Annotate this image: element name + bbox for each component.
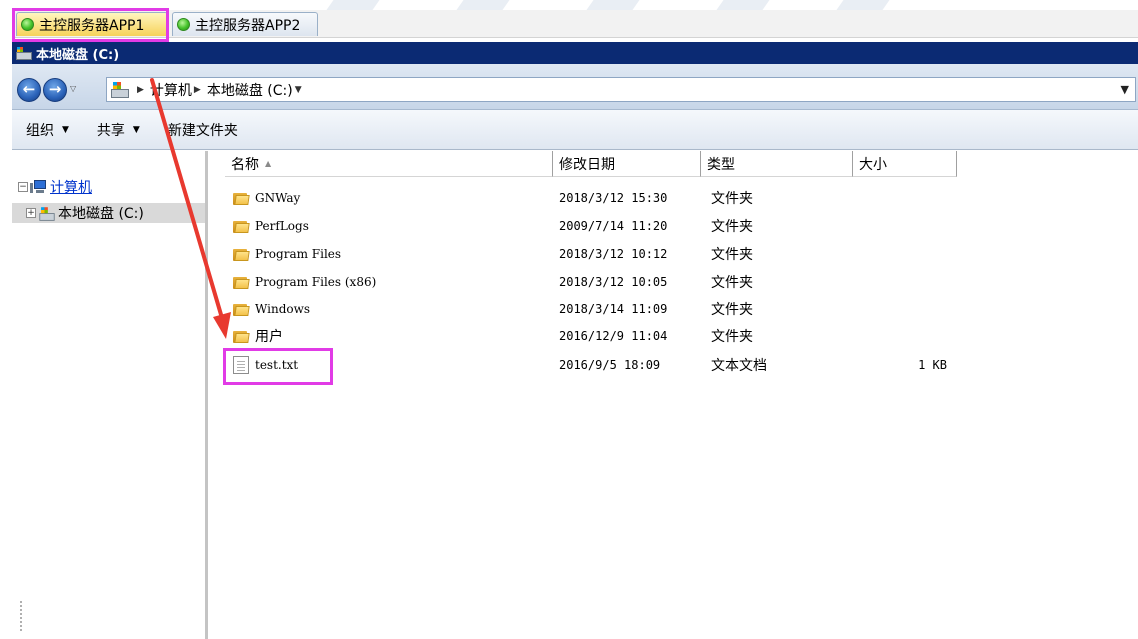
status-dot-icon — [177, 18, 190, 31]
share-button[interactable]: 共享 ▼ — [97, 120, 140, 140]
file-row[interactable]: Program Files 2018/3/12 10:12 文件夹 — [211, 242, 1138, 266]
highlight-box-tab — [12, 8, 169, 42]
folder-icon — [233, 302, 250, 316]
column-label: 类型 — [707, 156, 735, 173]
file-row[interactable]: test.txt 2016/9/5 18:09 文本文档 1 KB — [211, 353, 1138, 377]
file-name: PerfLogs — [255, 219, 309, 233]
drive-icon — [111, 81, 129, 98]
file-type: 文件夹 — [711, 219, 753, 235]
file-list: 名称 ▲ 修改日期 类型 大小 GNWay 2018/3/12 15:30 文件… — [211, 151, 1138, 639]
organize-label: 组织 — [26, 122, 54, 139]
column-header-date[interactable]: 修改日期 — [553, 151, 701, 177]
file-type: 文件夹 — [711, 329, 753, 345]
file-date: 2018/3/14 11:09 — [559, 302, 668, 316]
organize-button[interactable]: 组织 ▼ — [26, 120, 69, 140]
back-button[interactable]: ← — [17, 78, 41, 102]
tree-item-label: 计算机 — [50, 180, 92, 196]
column-label: 名称 — [231, 156, 259, 173]
file-row[interactable]: 用户 2016/12/9 11:04 文件夹 — [211, 324, 1138, 348]
forward-button[interactable]: → — [43, 78, 67, 102]
window-title-bar: 本地磁盘 (C:) — [12, 42, 1138, 64]
file-row[interactable]: Windows 2018/3/14 11:09 文件夹 — [211, 297, 1138, 321]
breadcrumb-chevron-icon[interactable]: ▶ — [194, 85, 201, 95]
chevron-down-icon: ▼ — [132, 124, 140, 135]
navigation-pane: − 计算机 + 本地磁盘 (C:) — [12, 151, 208, 639]
tree-item-label: 本地磁盘 (C:) — [58, 206, 144, 222]
splitter-handle[interactable] — [20, 601, 22, 631]
breadcrumb-chevron-icon[interactable]: ▶ — [137, 85, 144, 95]
file-name: 用户 — [255, 329, 283, 345]
file-date: 2018/3/12 10:12 — [559, 247, 668, 261]
file-row[interactable]: Program Files (x86) 2018/3/12 10:05 文件夹 — [211, 270, 1138, 294]
column-header-name[interactable]: 名称 ▲ — [225, 151, 553, 177]
highlight-box-file — [223, 348, 333, 385]
address-bar: ← → ▽ ▶ 计算机 ▶ 本地磁盘 (C:) ▼ ▼ — [12, 64, 1138, 110]
column-header-type[interactable]: 类型 — [701, 151, 853, 177]
drive-icon — [38, 206, 55, 221]
column-label: 大小 — [859, 156, 887, 173]
address-dropdown-icon[interactable]: ▼ — [1121, 83, 1129, 96]
folder-icon — [233, 247, 250, 261]
breadcrumb-computer[interactable]: 计算机 — [150, 80, 192, 100]
file-date: 2018/3/12 10:05 — [559, 275, 668, 289]
tree-item-computer[interactable]: − 计算机 — [18, 177, 92, 197]
file-date: 2018/3/12 15:30 — [559, 191, 668, 205]
file-name: Program Files (x86) — [255, 275, 377, 289]
breadcrumb-chevron-icon[interactable]: ▼ — [295, 85, 302, 95]
file-size: 1 KB — [918, 358, 947, 372]
computer-icon — [30, 180, 46, 194]
window-title: 本地磁盘 (C:) — [36, 47, 120, 63]
tree-item-local-disk[interactable]: + 本地磁盘 (C:) — [12, 203, 205, 223]
tab-label: 主控服务器APP2 — [195, 17, 301, 34]
sort-ascending-icon: ▲ — [265, 159, 272, 168]
file-type: 文件夹 — [711, 191, 753, 207]
file-type: 文件夹 — [711, 302, 753, 318]
file-date: 2016/12/9 11:04 — [559, 329, 668, 343]
file-date: 2009/7/14 11:20 — [559, 219, 668, 233]
file-type: 文本文档 — [711, 358, 767, 374]
tab-app2[interactable]: 主控服务器APP2 — [172, 12, 318, 36]
folder-icon — [233, 191, 250, 205]
file-type: 文件夹 — [711, 275, 753, 291]
breadcrumb-local-disk[interactable]: 本地磁盘 (C:) — [207, 80, 293, 100]
explorer-screen: 主控服务器APP1 主控服务器APP2 本地磁盘 (C:) ← → ▽ ▶ 计算… — [0, 0, 1138, 639]
file-date: 2016/9/5 18:09 — [559, 358, 661, 372]
share-label: 共享 — [96, 122, 125, 139]
new-folder-label: 新建文件夹 — [167, 122, 238, 139]
new-folder-button[interactable]: 新建文件夹 — [168, 120, 238, 140]
file-name: Program Files — [255, 247, 342, 261]
file-type: 文件夹 — [711, 247, 753, 263]
folder-icon — [233, 275, 250, 289]
tab-bar: 主控服务器APP1 主控服务器APP2 — [12, 10, 1138, 38]
breadcrumb[interactable]: ▶ 计算机 ▶ 本地磁盘 (C:) ▼ ▼ — [106, 77, 1136, 102]
column-label: 修改日期 — [559, 156, 615, 173]
file-row[interactable]: PerfLogs 2009/7/14 11:20 文件夹 — [211, 214, 1138, 238]
expand-icon[interactable]: + — [26, 208, 36, 218]
file-name: Windows — [255, 302, 311, 316]
collapse-icon[interactable]: − — [18, 182, 28, 192]
drive-icon — [16, 46, 32, 60]
file-name: GNWay — [255, 191, 301, 205]
command-bar: 组织 ▼ 共享 ▼ 新建文件夹 — [12, 110, 1138, 150]
recent-pages-chevron-icon[interactable]: ▽ — [70, 84, 76, 93]
folder-icon — [233, 219, 250, 233]
file-row[interactable]: GNWay 2018/3/12 15:30 文件夹 — [211, 186, 1138, 210]
folder-icon — [233, 329, 250, 343]
chevron-down-icon: ▼ — [62, 124, 69, 135]
column-header-size[interactable]: 大小 — [853, 151, 957, 177]
